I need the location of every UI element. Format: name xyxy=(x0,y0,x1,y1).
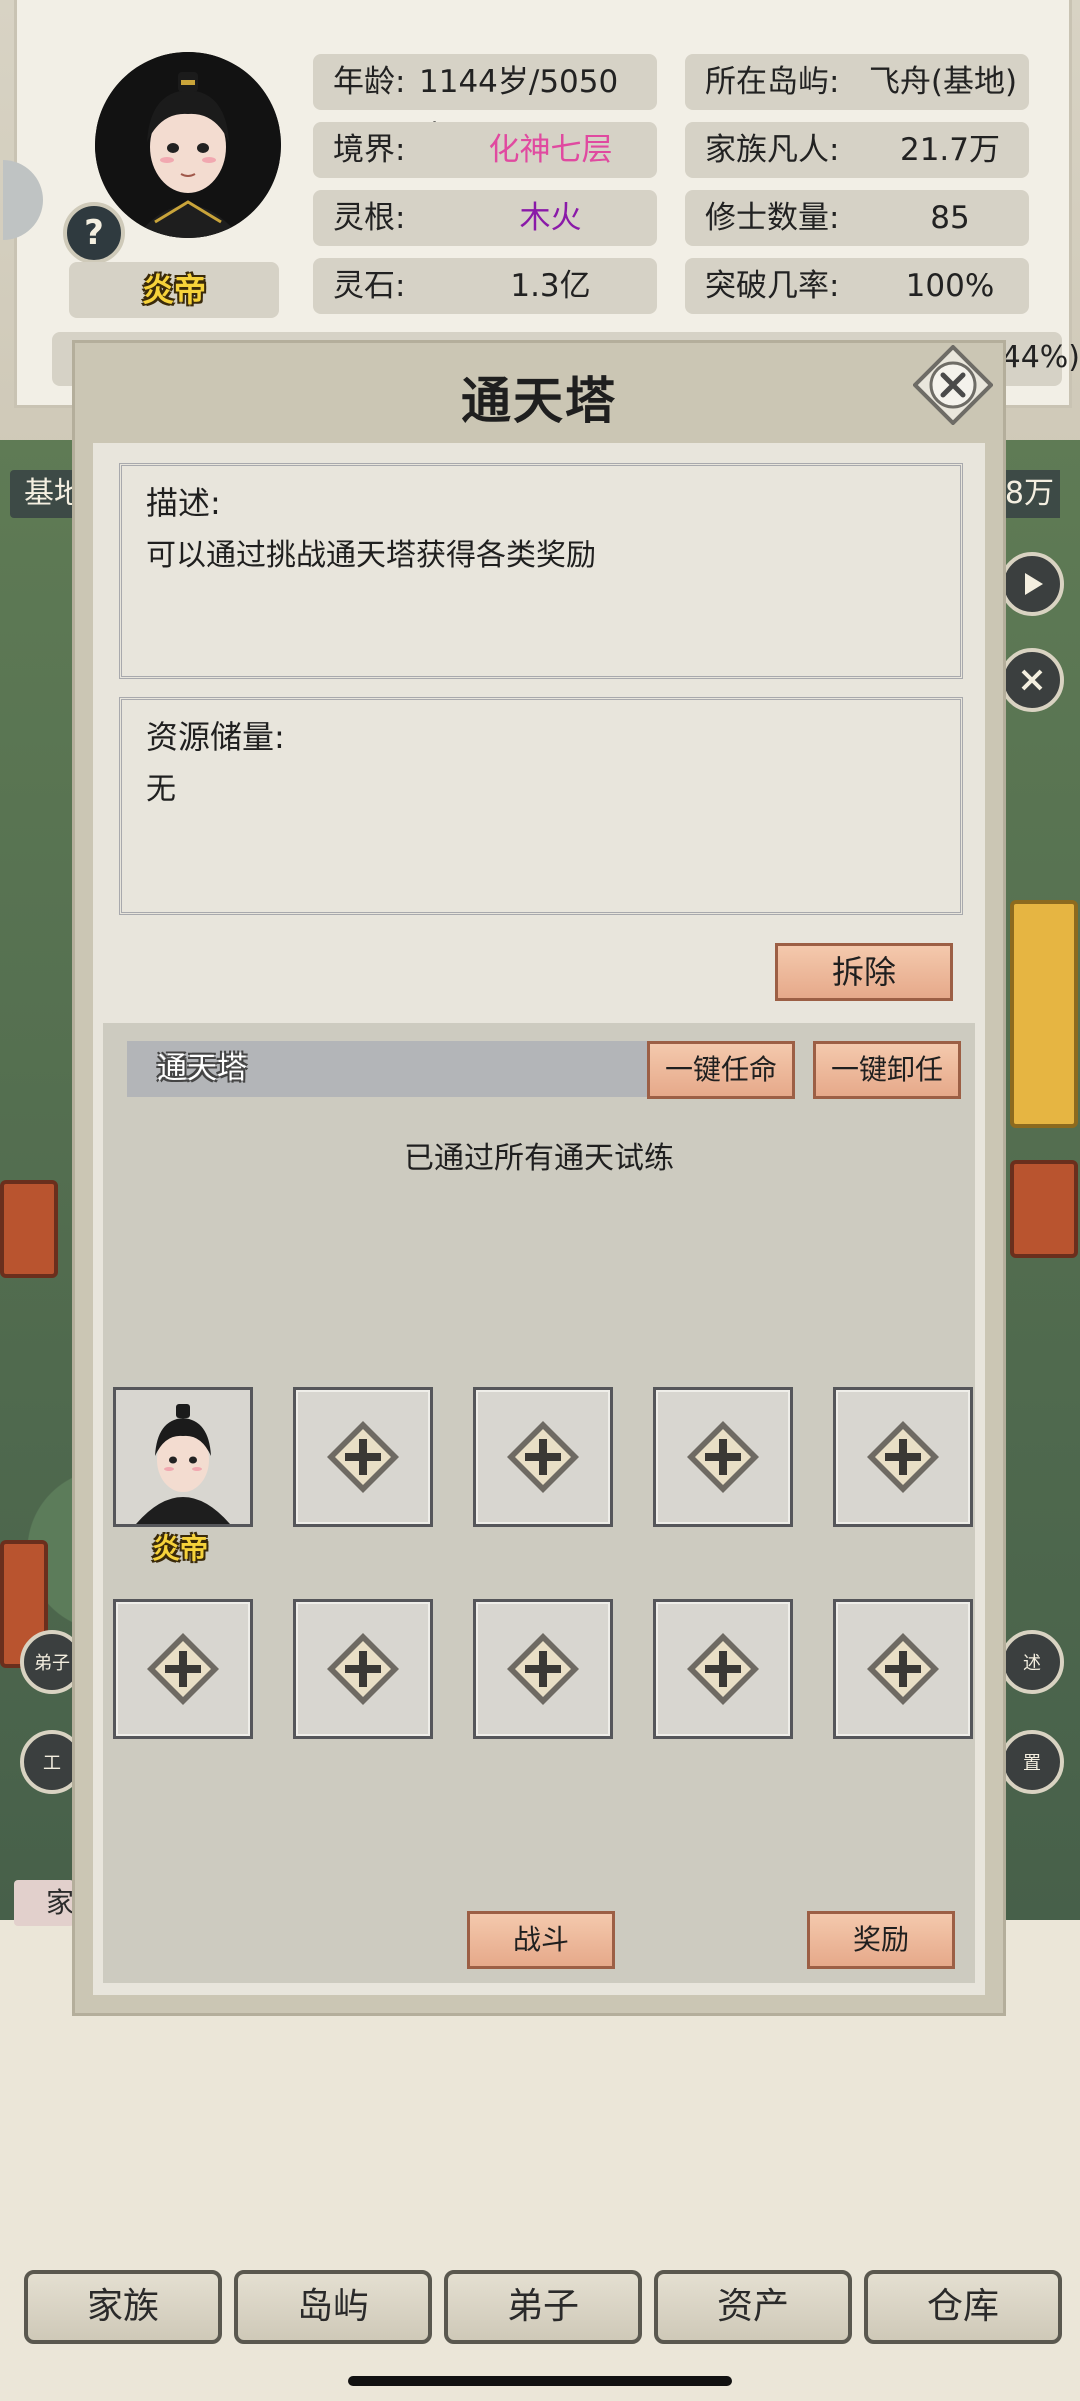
description-text: 可以通过挑战通天塔获得各类奖励 xyxy=(146,538,596,573)
modal-title: 通天塔 xyxy=(461,372,617,430)
plus-icon xyxy=(507,1421,579,1493)
stat-breakthrough: 突破几率: 100% xyxy=(685,258,1029,314)
plus-icon xyxy=(327,1421,399,1493)
staff-slot-empty[interactable] xyxy=(653,1387,793,1527)
resource-box: 资源储量: 无 xyxy=(119,697,963,915)
stat-age-label: 年龄: xyxy=(333,64,406,100)
side-family-tab[interactable]: 家 xyxy=(14,1880,74,1926)
side-notice-button[interactable]: 述 xyxy=(1000,1630,1064,1694)
slot-name: 炎帝 xyxy=(151,1532,208,1565)
stat-spirit-stone: 灵石: 1.3亿 xyxy=(313,258,657,314)
plus-icon xyxy=(327,1633,399,1705)
staff-slot-empty[interactable] xyxy=(473,1599,613,1739)
description-header: 描述: xyxy=(146,484,221,522)
stat-island-value: 飞舟(基地) xyxy=(868,64,1018,100)
plus-icon xyxy=(867,1633,939,1705)
dismiss-all-button[interactable]: 一键卸任 xyxy=(813,1041,961,1099)
side-settings-button[interactable]: 置 xyxy=(1000,1730,1064,1794)
stat-root-label: 灵根: xyxy=(333,200,406,236)
help-icon[interactable]: ? xyxy=(63,202,125,264)
map-pagoda xyxy=(1010,900,1078,1128)
play-icon[interactable] xyxy=(1000,552,1064,616)
tower-modal: 通天塔 描述: 可以通过挑战通天塔获得各类奖励 资源储量: 无 拆除 通天塔 一… xyxy=(72,340,1006,2016)
nav-island[interactable]: 岛屿 xyxy=(234,2270,432,2344)
resource-text: 无 xyxy=(146,772,176,807)
stat-cultivators: 修士数量: 85 xyxy=(685,190,1029,246)
player-name: 炎帝 xyxy=(69,262,279,318)
side-family-label: 家 xyxy=(45,1886,74,1919)
stat-realm-label: 境界: xyxy=(333,132,406,168)
home-indicator[interactable] xyxy=(348,2376,732,2386)
stat-island-label: 所在岛屿: xyxy=(705,64,840,100)
staff-slot[interactable] xyxy=(113,1387,253,1527)
staff-slot-empty[interactable] xyxy=(833,1387,973,1527)
plus-icon xyxy=(507,1633,579,1705)
nav-assets[interactable]: 资产 xyxy=(654,2270,852,2344)
stat-cultivators-label: 修士数量: xyxy=(705,200,840,236)
reward-button[interactable]: 奖励 xyxy=(807,1911,955,1969)
stat-breakthrough-label: 突破几率: xyxy=(705,268,840,304)
nav-warehouse[interactable]: 仓库 xyxy=(864,2270,1062,2344)
map-building xyxy=(0,1180,58,1278)
staff-panel-header: 通天塔 xyxy=(127,1041,647,1097)
avatar xyxy=(95,52,281,238)
map-building xyxy=(1010,1160,1078,1258)
stat-breakthrough-value: 100% xyxy=(905,268,995,304)
slot-avatar xyxy=(116,1390,250,1524)
plus-icon xyxy=(147,1633,219,1705)
plus-icon xyxy=(687,1633,759,1705)
stat-spirit-stone-label: 灵石: xyxy=(333,268,406,304)
plus-icon xyxy=(687,1421,759,1493)
battle-button[interactable]: 战斗 xyxy=(467,1911,615,1969)
map-close-icon[interactable] xyxy=(1000,648,1064,712)
side-notice-label: 述 xyxy=(1023,1653,1041,1674)
appoint-all-button[interactable]: 一键任命 xyxy=(647,1041,795,1099)
player-avatar[interactable] xyxy=(95,52,281,238)
demolish-button[interactable]: 拆除 xyxy=(775,943,953,1001)
staff-panel-title: 通天塔 xyxy=(157,1051,247,1086)
staff-slot-empty[interactable] xyxy=(653,1599,793,1739)
stat-mortals-value: 21.7万 xyxy=(899,132,1001,168)
stat-realm-value: 化神七层 xyxy=(488,132,613,168)
nav-disciples[interactable]: 弟子 xyxy=(444,2270,642,2344)
toggle-handle[interactable] xyxy=(3,160,43,240)
stat-age: 年龄: 1144岁/5050岁 xyxy=(313,54,657,156)
stat-cultivators-value: 85 xyxy=(930,200,970,236)
stat-root: 灵根: 木火 xyxy=(313,190,657,246)
plus-icon xyxy=(867,1421,939,1493)
modal-body: 描述: 可以通过挑战通天塔获得各类奖励 资源储量: 无 拆除 通天塔 一键任命 … xyxy=(93,443,985,1995)
side-disciple-label: 弟子 xyxy=(34,1653,70,1674)
stat-mortals: 家族凡人: 21.7万 xyxy=(685,122,1029,178)
status-message: 已通过所有通天试练 xyxy=(404,1141,674,1176)
side-settings-label: 置 xyxy=(1023,1753,1041,1774)
tower-staff-panel: 通天塔 一键任命 一键卸任 已通过所有通天试练 炎帝 战斗 奖励 xyxy=(103,1023,975,1983)
staff-slot-empty[interactable] xyxy=(293,1599,433,1739)
resource-header: 资源储量: xyxy=(146,718,285,756)
stat-spirit-stone-value: 1.3亿 xyxy=(510,268,591,304)
close-icon[interactable] xyxy=(912,344,994,426)
resource-peek-label: 8万 xyxy=(998,470,1060,518)
side-work-label: 工 xyxy=(43,1753,61,1774)
staff-slot-empty[interactable] xyxy=(293,1387,433,1527)
stat-island: 所在岛屿: 飞舟(基地) xyxy=(685,54,1029,110)
staff-slot-empty[interactable] xyxy=(473,1387,613,1527)
nav-family[interactable]: 家族 xyxy=(24,2270,222,2344)
stat-root-value: 木火 xyxy=(519,200,582,236)
stat-realm: 境界: 化神七层 xyxy=(313,122,657,178)
stat-mortals-label: 家族凡人: xyxy=(705,132,840,168)
description-box: 描述: 可以通过挑战通天塔获得各类奖励 xyxy=(119,463,963,679)
staff-slot-empty[interactable] xyxy=(113,1599,253,1739)
staff-slot-empty[interactable] xyxy=(833,1599,973,1739)
